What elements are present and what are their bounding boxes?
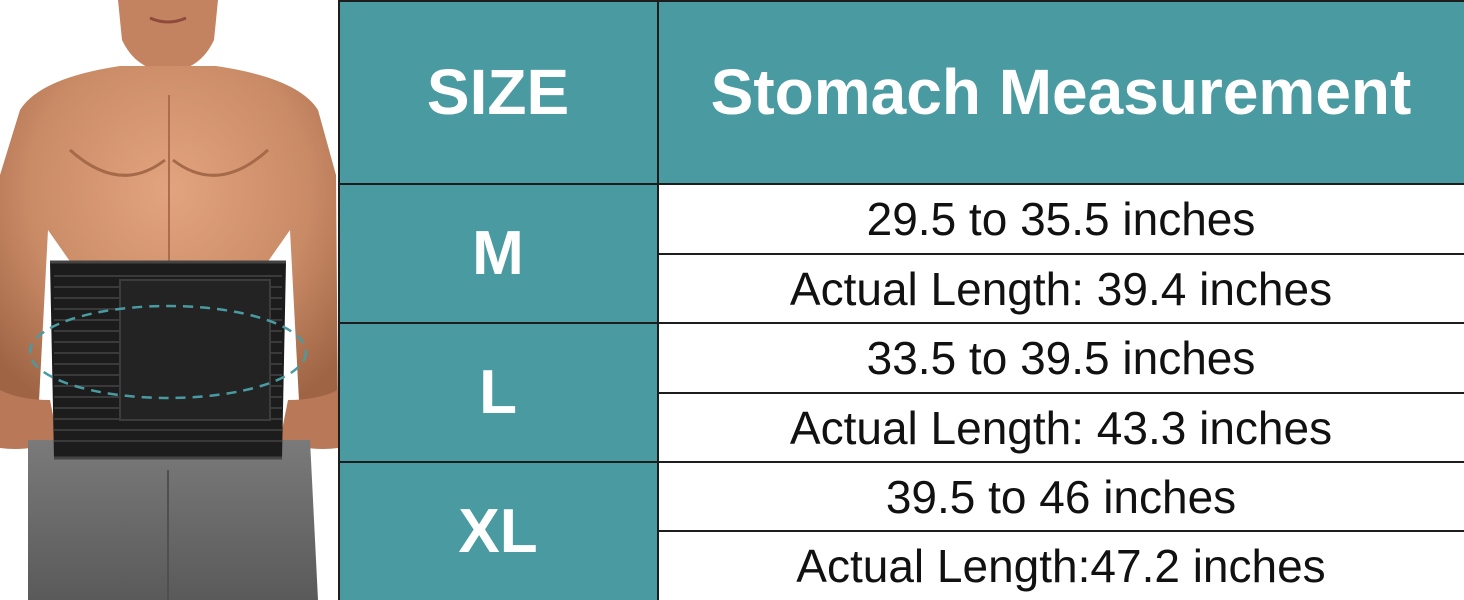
actual-length-cell-xl: Actual Length:47.2 inches [658, 531, 1464, 600]
range-cell-l: 33.5 to 39.5 inches [658, 323, 1464, 393]
header-stomach-measurement: Stomach Measurement [658, 0, 1464, 184]
size-cell-m: M [338, 184, 658, 323]
table-divider-m [658, 253, 1464, 255]
table-divider-xl [658, 530, 1464, 532]
size-chart-table: SIZE Stomach Measurement M 29.5 to 35.5 … [338, 0, 1464, 600]
product-photo [0, 0, 338, 600]
table-divider-l-xl [338, 461, 1464, 463]
actual-length-cell-l: Actual Length: 43.3 inches [658, 393, 1464, 462]
actual-length-cell-m: Actual Length: 39.4 inches [658, 254, 1464, 323]
table-border-top [338, 0, 1464, 2]
size-cell-xl: XL [338, 462, 658, 600]
table-border-left [338, 0, 340, 600]
belt-graphic [50, 260, 286, 460]
range-cell-m: 29.5 to 35.5 inches [658, 184, 1464, 254]
table-divider-vertical [657, 0, 659, 600]
table-divider-m-l [338, 322, 1464, 324]
size-cell-l: L [338, 323, 658, 462]
model-wearing-waist-belt [0, 0, 338, 600]
header-size: SIZE [338, 0, 658, 184]
table-divider-l [658, 392, 1464, 394]
table-divider-header [338, 183, 1464, 185]
range-cell-xl: 39.5 to 46 inches [658, 462, 1464, 531]
